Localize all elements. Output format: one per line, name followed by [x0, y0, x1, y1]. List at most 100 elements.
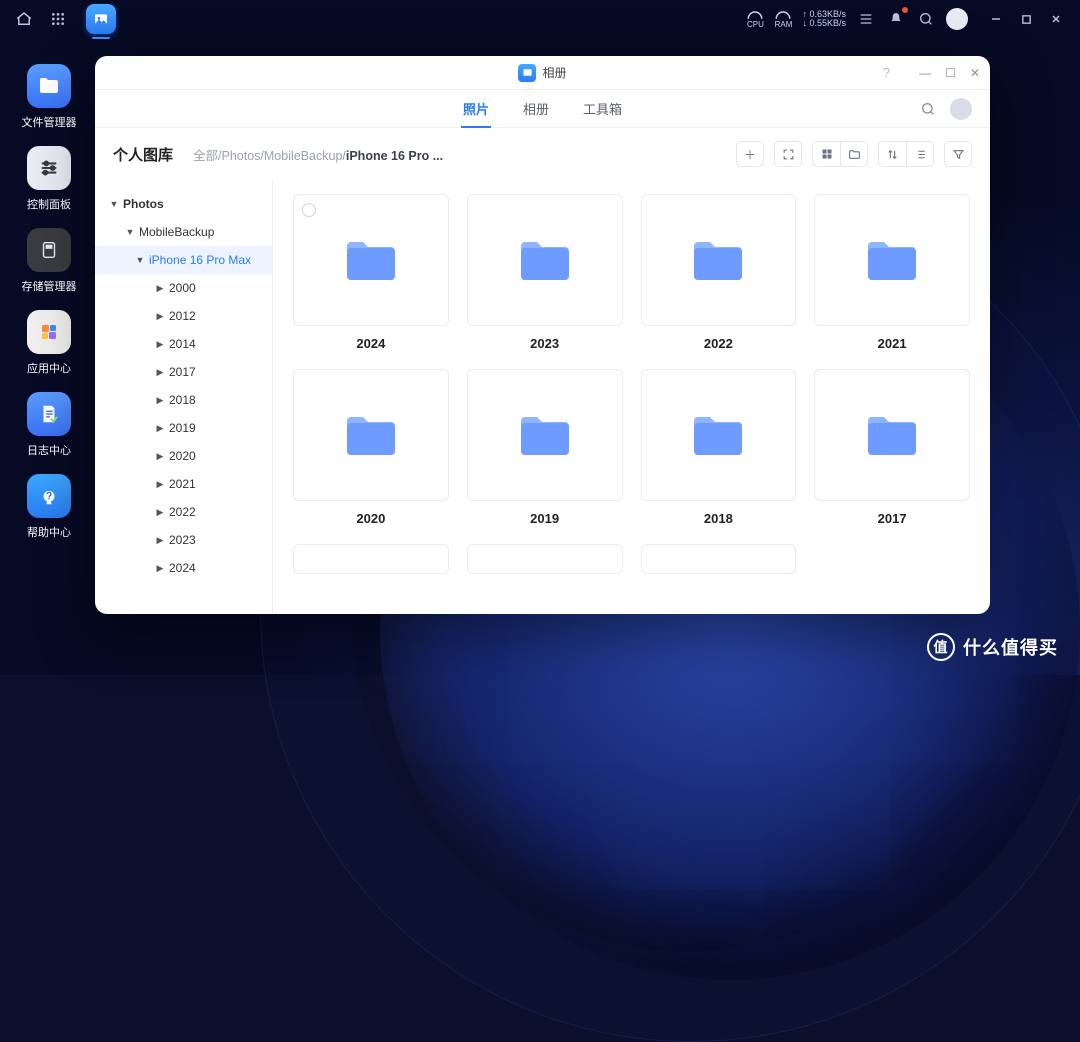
sidebar-item-storage-manager[interactable]: 存储管理器 — [22, 228, 77, 294]
folder-label: 2019 — [530, 511, 559, 526]
tree-node-year[interactable]: ▶2017 — [95, 358, 272, 386]
tree-node-year[interactable]: ▶2019 — [95, 414, 272, 442]
view-list-button[interactable] — [906, 141, 934, 167]
tree-label: 2024 — [169, 561, 196, 575]
home-icon[interactable] — [14, 9, 34, 29]
folder-thumb — [641, 369, 797, 501]
filter-button[interactable] — [944, 141, 972, 167]
search-icon[interactable] — [920, 101, 936, 117]
window-minimize-icon[interactable] — [986, 9, 1006, 29]
account-avatar[interactable] — [950, 98, 972, 120]
tree-label: Photos — [123, 197, 164, 211]
folder-icon — [517, 236, 573, 284]
folder-label: 2021 — [878, 336, 907, 351]
user-avatar[interactable] — [946, 8, 968, 30]
dock: 文件管理器 控制面板 存储管理器 应用中心 日志中心 帮助中心 — [14, 64, 84, 540]
fullscreen-button[interactable] — [774, 141, 802, 167]
folder-thumb — [467, 544, 623, 574]
net-down: ↓ 0.55KB/s — [802, 19, 846, 28]
tree-label: 2021 — [169, 477, 196, 491]
sidebar-item-help-center[interactable]: 帮助中心 — [27, 474, 71, 540]
window-minimize-icon[interactable]: — — [919, 66, 931, 80]
tree-label: 2014 — [169, 337, 196, 351]
tree-node-year[interactable]: ▶2021 — [95, 470, 272, 498]
app-grid-icon[interactable] — [48, 9, 68, 29]
ram-label: RAM — [775, 21, 793, 29]
folder-icon — [517, 411, 573, 459]
window-maximize-icon[interactable] — [1016, 9, 1036, 29]
tree-node-year[interactable]: ▶2018 — [95, 386, 272, 414]
folder-icon — [343, 236, 399, 284]
breadcrumb-prefix: 全部/Photos/MobileBackup/ — [193, 149, 346, 163]
tree-node-year[interactable]: ▶2012 — [95, 302, 272, 330]
window-close-icon[interactable] — [1046, 9, 1066, 29]
tree-label: 2000 — [169, 281, 196, 295]
window-close-icon[interactable]: ✕ — [970, 66, 980, 80]
select-ring-icon[interactable] — [302, 203, 316, 217]
view-folder-button[interactable] — [840, 141, 868, 167]
ram-meter[interactable]: RAM — [774, 10, 792, 29]
tree-node-year[interactable]: ▶2023 — [95, 526, 272, 554]
folder-label: 2022 — [704, 336, 733, 351]
folder-card[interactable] — [467, 544, 623, 574]
add-button[interactable]: ＋ — [736, 141, 764, 167]
folder-tree: ▼Photos ▼MobileBackup ▼iPhone 16 Pro Max… — [95, 180, 273, 614]
folder-grid: 20242023 2022 2021 2020 2019 2018 2017 — [273, 180, 990, 614]
dock-label: 帮助中心 — [27, 524, 71, 540]
tree-node-year[interactable]: ▶2024 — [95, 554, 272, 582]
notifications-icon[interactable] — [886, 9, 906, 29]
sidebar-item-app-center[interactable]: 应用中心 — [27, 310, 71, 376]
tab-label: 照片 — [463, 99, 489, 118]
watermark-badge: 值 — [927, 633, 955, 661]
system-taskbar: CPU RAM ↑ 0.63KB/s ↓ 0.55KB/s — [0, 0, 1080, 38]
tree-node-year[interactable]: ▶2014 — [95, 330, 272, 358]
window-tabs: 照片 相册 工具箱 — [95, 90, 990, 128]
folder-thumb — [467, 369, 623, 501]
folder-label: 2017 — [878, 511, 907, 526]
folder-card[interactable]: 2021 — [814, 194, 970, 351]
sort-button[interactable] — [878, 141, 906, 167]
tree-node-year[interactable]: ▶2000 — [95, 274, 272, 302]
page-title: 个人图库 — [113, 144, 173, 165]
window-maximize-icon[interactable]: ☐ — [945, 66, 956, 80]
folder-card[interactable]: 2020 — [293, 369, 449, 526]
folder-thumb — [641, 194, 797, 326]
help-button[interactable]: ? — [883, 65, 890, 80]
dock-label: 日志中心 — [27, 442, 71, 458]
folder-icon — [864, 411, 920, 459]
folder-label: 2020 — [356, 511, 385, 526]
sidebar-item-file-manager[interactable]: 文件管理器 — [22, 64, 77, 130]
network-speed: ↑ 0.63KB/s ↓ 0.55KB/s — [802, 10, 846, 28]
folder-card[interactable]: 2018 — [641, 369, 797, 526]
tab-photos[interactable]: 照片 — [463, 90, 489, 127]
folder-icon — [343, 411, 399, 459]
tab-label: 相册 — [523, 99, 549, 118]
sidebar-item-log-center[interactable]: 日志中心 — [27, 392, 71, 458]
folder-card[interactable]: 2023 — [467, 194, 623, 351]
folder-icon — [864, 236, 920, 284]
folder-card[interactable]: 2019 — [467, 369, 623, 526]
folder-thumb — [641, 544, 797, 574]
folder-card[interactable] — [293, 544, 449, 574]
cpu-meter[interactable]: CPU — [746, 10, 764, 29]
folder-card[interactable] — [641, 544, 797, 574]
folder-card[interactable]: 2022 — [641, 194, 797, 351]
breadcrumb[interactable]: 全部/Photos/MobileBackup/iPhone 16 Pro ... — [193, 145, 443, 164]
tab-toolbox[interactable]: 工具箱 — [583, 90, 622, 127]
tab-label: 工具箱 — [583, 99, 622, 118]
tree-node-year[interactable]: ▶2020 — [95, 442, 272, 470]
active-app-photos-icon[interactable] — [86, 4, 116, 34]
search-icon[interactable] — [916, 9, 936, 29]
tree-node-photos[interactable]: ▼Photos — [95, 190, 272, 218]
folder-card[interactable]: 2017 — [814, 369, 970, 526]
sidebar-item-control-panel[interactable]: 控制面板 — [27, 146, 71, 212]
tab-albums[interactable]: 相册 — [523, 90, 549, 127]
folder-card[interactable]: 2024 — [293, 194, 449, 351]
folder-thumb — [467, 194, 623, 326]
tree-node-iphone[interactable]: ▼iPhone 16 Pro Max — [95, 246, 272, 274]
view-grid-button[interactable] — [812, 141, 840, 167]
tree-node-year[interactable]: ▶2022 — [95, 498, 272, 526]
tree-label: 2023 — [169, 533, 196, 547]
tree-node-mobilebackup[interactable]: ▼MobileBackup — [95, 218, 272, 246]
widgets-icon[interactable] — [856, 9, 876, 29]
